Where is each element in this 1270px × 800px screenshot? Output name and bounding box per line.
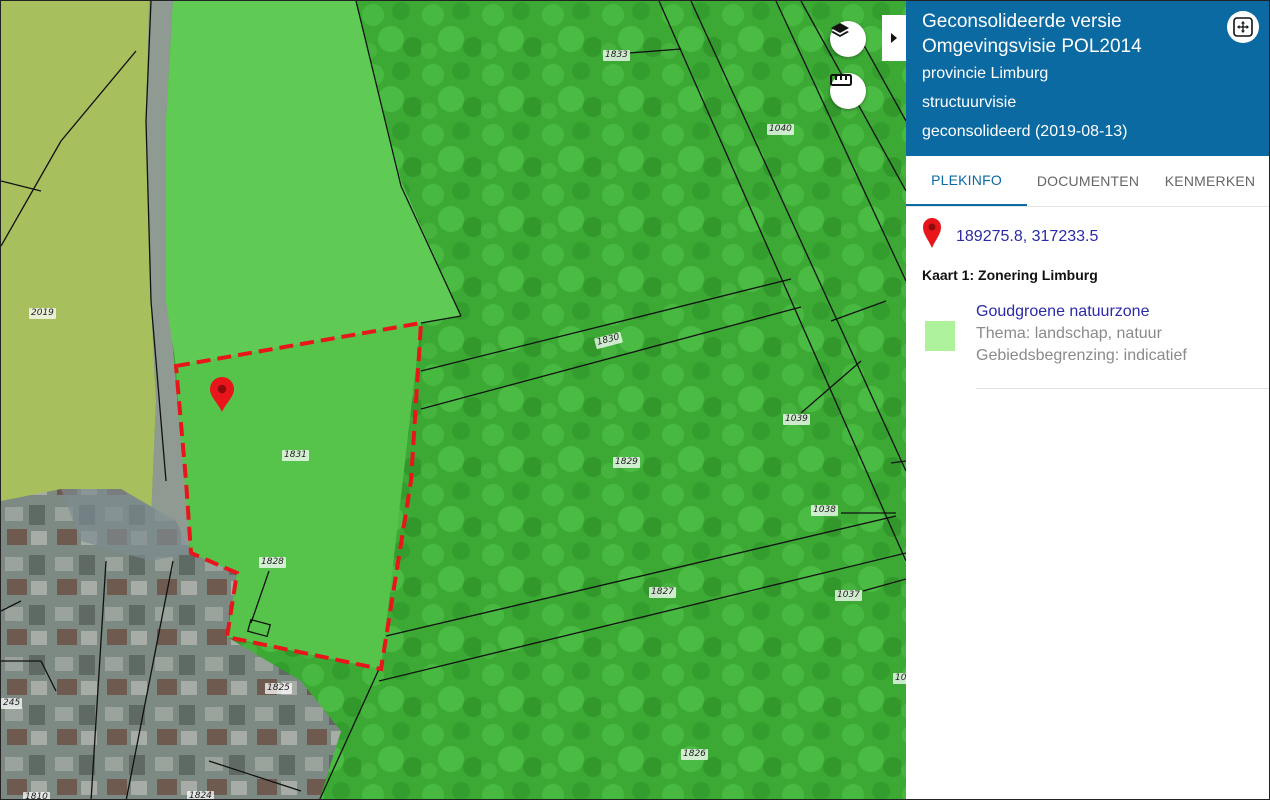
app-frame: 1833 1040 2019 1830 1039 1831 1829 1038 … [0, 0, 1270, 800]
parcel-label: 1810 [23, 792, 50, 799]
plan-authority: provincie Limburg [922, 65, 1049, 82]
collapse-panel-icon [891, 33, 897, 43]
parcel-label: 245 [1, 698, 23, 709]
info-panel: Geconsolideerde versie Omgevingsvisie PO… [906, 1, 1269, 799]
ruler-icon [830, 74, 852, 86]
parcel-label: 2019 [29, 308, 56, 319]
plan-title: Geconsolideerde versie Omgevingsvisie PO… [922, 9, 1255, 59]
parcel-label: 1829 [613, 457, 640, 468]
legend-item: Goudgroene natuurzone Thema: landschap, … [906, 283, 1269, 367]
layers-button[interactable] [830, 21, 866, 57]
parcel-label: 1827 [649, 587, 676, 598]
plan-status: geconsolideerd (2019-08-13) [922, 123, 1128, 140]
tab-kenmerken[interactable]: KENMERKEN [1149, 156, 1269, 206]
parcel-label: 108 [893, 673, 906, 684]
map-canvas[interactable] [1, 1, 906, 800]
plan-type: structuurvisie [922, 94, 1017, 111]
plan-title-line2: Omgevingsvisie POL2014 [922, 36, 1142, 57]
measure-button[interactable] [830, 73, 866, 109]
legend-boundary: Gebiedsbegrenzing: indicatief [976, 347, 1187, 364]
parcel-label: 1831 [282, 450, 309, 461]
parcel-label: 1040 [767, 124, 794, 135]
expand-arrows-icon [1233, 17, 1253, 37]
tab-documenten[interactable]: DOCUMENTEN [1027, 156, 1149, 206]
legend-theme: Thema: landschap, natuur [976, 325, 1162, 342]
parcel-label: 1828 [259, 557, 286, 568]
parcel-label: 1833 [603, 50, 630, 61]
coordinate-row: 189275.8, 317233.5 [906, 207, 1269, 248]
parcel-label: 1826 [681, 749, 708, 760]
map-view[interactable]: 1833 1040 2019 1830 1039 1831 1829 1038 … [1, 1, 906, 800]
layers-icon [831, 23, 849, 37]
tab-plekinfo[interactable]: PLEKINFO [906, 156, 1027, 206]
parcel-label: 1039 [783, 414, 810, 425]
parcel-label: 1824 [187, 791, 214, 800]
plan-title-line1: Geconsolideerde versie [922, 11, 1122, 32]
collapse-panel-button[interactable] [882, 15, 906, 61]
parcel-label: 1038 [811, 505, 838, 516]
map-section-title: Kaart 1: Zonering Limburg [922, 267, 1098, 283]
panel-header: Geconsolideerde versie Omgevingsvisie PO… [906, 1, 1269, 156]
panel-tabs: PLEKINFO DOCUMENTEN KENMERKEN [906, 156, 1269, 207]
legend-divider [976, 388, 1269, 389]
expand-button[interactable] [1227, 11, 1259, 43]
parcel-label: 1037 [835, 590, 862, 601]
legend-swatch [925, 321, 955, 351]
map-pin-icon [923, 218, 941, 248]
coordinates-link[interactable]: 189275.8, 317233.5 [956, 228, 1098, 246]
parcel-label: 1825 [265, 683, 292, 694]
legend-name-link[interactable]: Goudgroene natuurzone [976, 301, 1187, 323]
